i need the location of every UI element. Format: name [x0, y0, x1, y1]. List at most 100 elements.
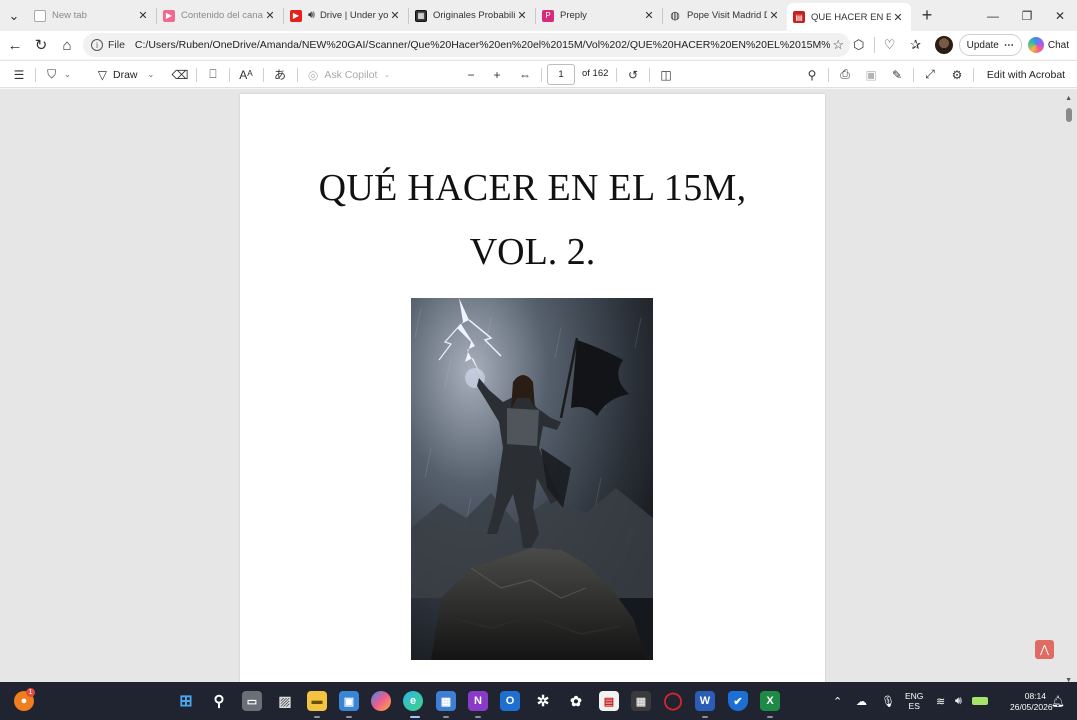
scroll-thumb[interactable]	[1066, 108, 1072, 122]
outlook-icon[interactable]: O	[500, 691, 520, 711]
clock[interactable]: 08:14 26/05/2026	[1010, 691, 1053, 713]
copilot-icon[interactable]	[371, 691, 391, 711]
close-icon[interactable]: ✕	[642, 9, 656, 22]
favorites-button[interactable]: ✰	[903, 32, 929, 58]
tab-originales-probabilidad[interactable]: ▦ Originales Probabilid ✕	[409, 0, 535, 31]
extensions-button[interactable]: ⬡	[846, 32, 872, 58]
close-icon[interactable]: ✕	[515, 9, 529, 22]
erase-button[interactable]: ⌫	[170, 61, 190, 88]
opera-icon[interactable]: ◯	[663, 691, 683, 711]
chevron-down-icon: ⌄	[64, 70, 71, 79]
media-icon[interactable]: ▦	[631, 691, 651, 711]
favorite-star-icon[interactable]: ☆	[832, 37, 844, 53]
tray-overflow-button[interactable]: ⌃	[833, 682, 842, 720]
copilot-chat-button[interactable]: Chat	[1027, 34, 1069, 56]
vertical-scrollbar[interactable]: ▲ ▼	[1065, 95, 1075, 682]
excel-icon[interactable]: X	[760, 691, 780, 711]
settings-button[interactable]: ⚙	[946, 61, 968, 88]
tab-preply[interactable]: P Preply ✕	[536, 0, 662, 31]
store-icon[interactable]: ▣	[339, 691, 359, 711]
zoom-out-button[interactable]: −	[461, 61, 481, 88]
text-box-icon: ⎕	[209, 67, 217, 81]
scroll-up-arrow-icon[interactable]: ▲	[1065, 95, 1072, 102]
back-button[interactable]: ←	[2, 32, 28, 58]
close-icon[interactable]: ✕	[891, 11, 905, 24]
notepad-icon[interactable]: ▨	[275, 691, 295, 711]
browser-essentials-button[interactable]: ♡	[877, 32, 903, 58]
tab-new-tab[interactable]: New tab ✕	[28, 0, 156, 31]
edit-with-acrobat-button[interactable]: Edit with Acrobat	[980, 61, 1072, 88]
battery-icon	[972, 697, 988, 705]
save-button[interactable]: ▣	[860, 61, 882, 88]
save-icon: ▣	[865, 67, 877, 82]
restore-button[interactable]: ❐	[1010, 0, 1044, 31]
search-button[interactable]: ⚲	[801, 61, 823, 88]
close-window-button[interactable]: ✕	[1043, 0, 1077, 31]
print-button[interactable]: ⎙	[834, 61, 856, 88]
refresh-button[interactable]: ↻	[28, 32, 54, 58]
minimize-button[interactable]: —	[976, 0, 1010, 31]
security-shield-icon[interactable]: ✔	[728, 691, 748, 711]
url-text[interactable]: C:/Users/Ruben/OneDrive/Amanda/NEW%20GAI…	[135, 39, 830, 51]
chatgpt-icon[interactable]: ✿	[566, 691, 586, 711]
document-subtitle: VOL. 2.	[469, 231, 596, 273]
task-view-icon[interactable]: ▭	[242, 691, 262, 711]
acrobat-icon[interactable]: ⋀	[1035, 640, 1054, 659]
microphone-tray-icon[interactable]: 🎙︎	[881, 682, 895, 720]
battery-tray-icon[interactable]	[972, 682, 988, 720]
page-number-input[interactable]: 1	[547, 64, 575, 85]
contents-button[interactable]: ☰	[8, 61, 30, 88]
edge-icon[interactable]: e	[403, 691, 423, 711]
read-aloud-button[interactable]: A︎ᴬ	[234, 61, 258, 88]
rotate-button[interactable]: ↺	[622, 61, 644, 88]
calendar-app-icon[interactable]: ▦	[436, 691, 456, 711]
page-view-button[interactable]: ◫	[655, 61, 677, 88]
notifications-button[interactable]: 🔔︎	[1051, 682, 1065, 720]
close-icon[interactable]: ✕	[767, 9, 781, 22]
home-button[interactable]: ⌂	[54, 32, 80, 58]
tab-actions-menu-button[interactable]: ⌄	[0, 0, 28, 31]
input-language-indicator[interactable]: ENG ES	[905, 691, 923, 711]
wifi-tray-icon[interactable]: ≋	[936, 682, 945, 720]
add-text-button[interactable]: ⎕	[202, 61, 224, 88]
file-explorer-icon[interactable]: ▬	[307, 691, 327, 711]
search-icon: ⚲	[807, 67, 817, 82]
volume-tray-icon[interactable]: 🔊︎	[955, 682, 962, 720]
onedrive-tray-icon[interactable]: ☁	[856, 682, 867, 720]
fit-to-page-button[interactable]: ⇔	[514, 61, 536, 88]
translate-button[interactable]: あ	[268, 61, 292, 88]
tab-pope-visit-madrid[interactable]: ◍ Pope Visit Madrid Da ✕	[663, 0, 787, 31]
preply-icon: P	[542, 9, 554, 22]
highlight-button[interactable]: ⛉ ⌄	[40, 61, 78, 88]
zoom-in-button[interactable]: +	[487, 61, 507, 88]
search-icon[interactable]: ⚲	[209, 691, 229, 711]
page-count: of 162	[582, 68, 609, 79]
address-input[interactable]: i File C:/Users/Ruben/OneDrive/Amanda/NE…	[83, 33, 850, 57]
speaker-icon[interactable]: 🔊︎	[308, 9, 315, 22]
minus-icon: −	[467, 67, 475, 82]
draw-button[interactable]: ▽ Draw ⌄	[90, 61, 162, 88]
info-icon[interactable]: i	[91, 39, 103, 51]
pdf-reader-icon[interactable]: ▤	[599, 691, 619, 711]
tab-drive-under-you[interactable]: ▶ 🔊︎ Drive | Under you ✕	[284, 0, 408, 31]
close-icon[interactable]: ✕	[388, 9, 402, 22]
windows-start-icon[interactable]: ⊞	[176, 691, 196, 711]
tab-contenido-del-canal[interactable]: ▶ Contenido del canal ✕	[157, 0, 283, 31]
word-icon[interactable]: W	[695, 691, 715, 711]
pdf-viewer[interactable]: QUÉ HACER EN EL 15M, VOL. 2. ▲ ▼ ⋀	[0, 89, 1077, 682]
close-icon[interactable]: ✕	[263, 9, 277, 22]
fullscreen-button[interactable]: ⤢	[919, 61, 941, 88]
save-as-button[interactable]: ✎	[886, 61, 908, 88]
update-button[interactable]: Update ⋯	[958, 34, 1022, 56]
close-icon[interactable]: ✕	[136, 9, 150, 22]
highlighter-icon: ⛉	[47, 67, 57, 81]
favorites-icon: ✰	[910, 37, 922, 52]
avatar[interactable]	[934, 36, 953, 54]
warrior-cover-illustration	[411, 298, 653, 660]
new-tab-button[interactable]: +	[915, 5, 939, 26]
home-icon: ⌂	[62, 36, 72, 54]
onenote-icon[interactable]: N	[468, 691, 488, 711]
settings-gear-icon[interactable]: ✲	[533, 691, 553, 711]
ask-copilot-button[interactable]: ◎ Ask Copilot ⌄	[304, 61, 394, 88]
tab-que-hacer-pdf[interactable]: ▤ QUE HACER EN EL 15 ✕	[787, 3, 911, 31]
